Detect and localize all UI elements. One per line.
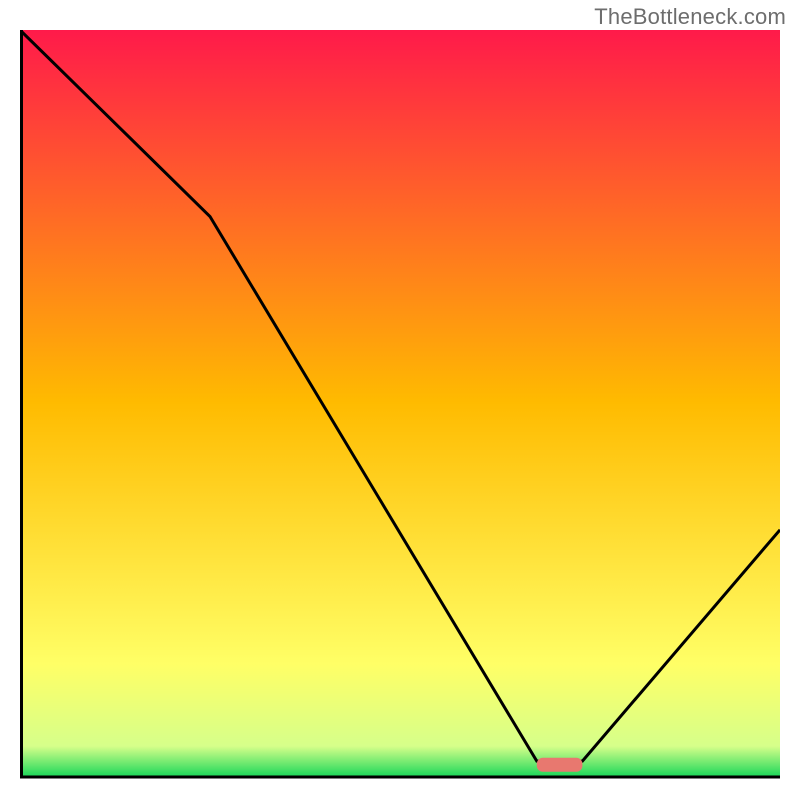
- watermark-text: TheBottleneck.com: [594, 4, 786, 30]
- chart-container: TheBottleneck.com: [0, 0, 800, 800]
- plot-area: [20, 30, 780, 780]
- chart-svg: [20, 30, 780, 780]
- optimum-marker: [537, 758, 583, 772]
